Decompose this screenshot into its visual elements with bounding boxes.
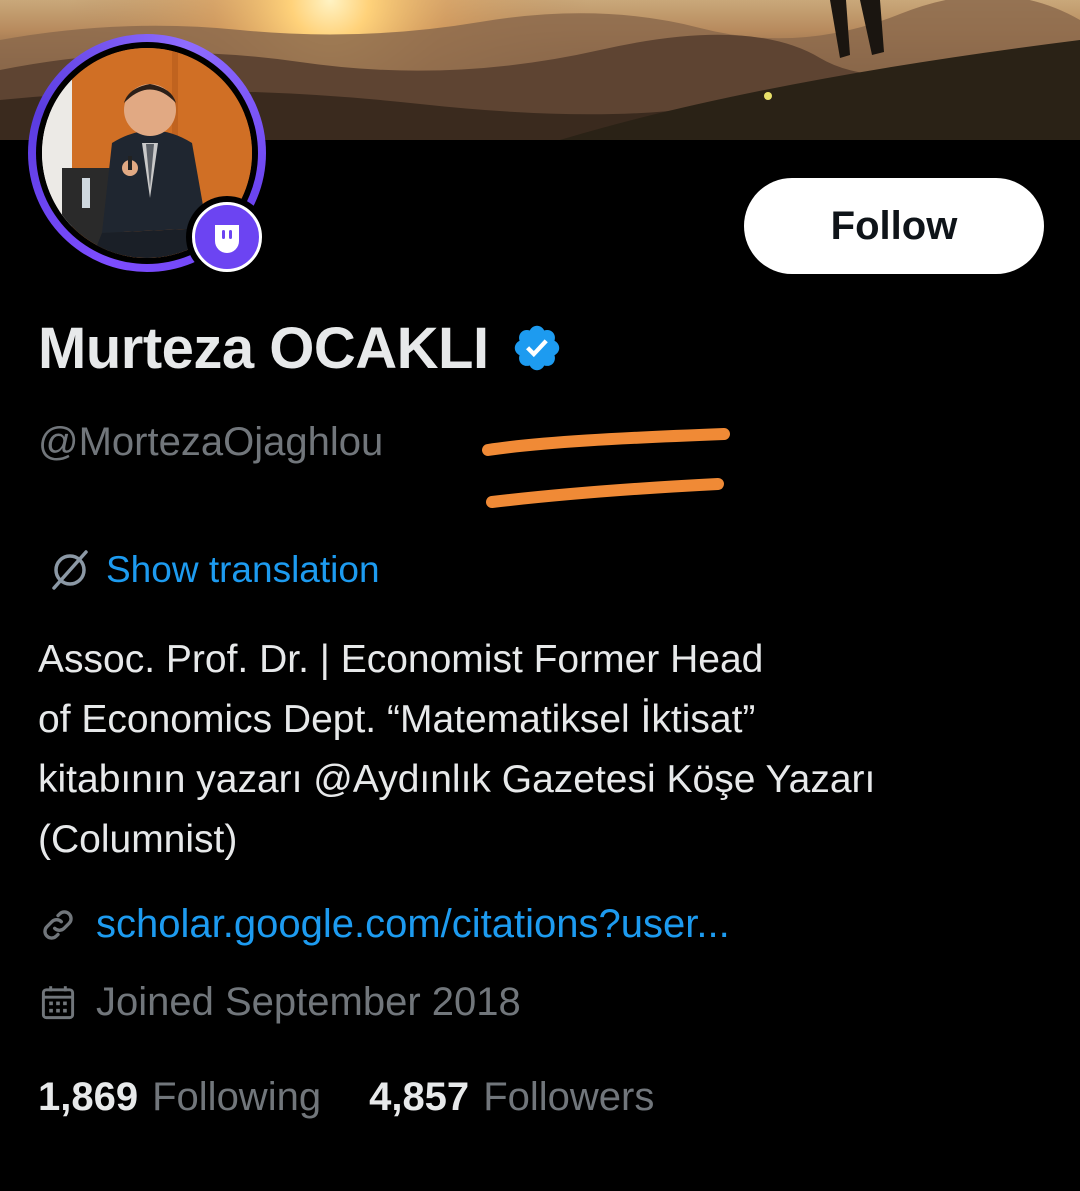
followers-link[interactable]: 4,857 Followers xyxy=(369,1075,654,1120)
followers-count: 4,857 xyxy=(369,1075,470,1119)
orange-underline-annotation xyxy=(482,428,730,508)
translate-globe-icon xyxy=(52,550,88,590)
joined-row: Joined September 2018 xyxy=(40,980,521,1025)
name-row: Murteza OCAKLI xyxy=(38,312,563,384)
calendar-icon xyxy=(41,985,75,1019)
spaces-badge[interactable] xyxy=(186,196,268,278)
website-row: scholar.google.com/citations?user... xyxy=(38,902,730,947)
following-link[interactable]: 1,869 Following xyxy=(38,1075,321,1120)
spaces-host-icon xyxy=(192,202,262,272)
profile-handle: @MortezaOjaghlou xyxy=(38,420,384,464)
joined-date: Joined September 2018 xyxy=(96,980,521,1024)
link-icon xyxy=(43,909,73,940)
verified-check-icon[interactable] xyxy=(511,322,563,374)
following-label: Following xyxy=(152,1075,322,1119)
follow-button[interactable]: Follow xyxy=(744,178,1044,274)
display-name: Murteza OCAKLI xyxy=(38,315,489,381)
following-count: 1,869 xyxy=(38,1075,139,1119)
profile-bio: Assoc. Prof. Dr. | Economist Former Head… xyxy=(38,638,876,861)
follow-stats: 1,869 Following 4,857 Followers xyxy=(38,1075,654,1120)
profile-page: Follow Murteza OCAKLI @MortezaOjaghlou S… xyxy=(0,0,1080,1191)
website-link[interactable]: scholar.google.com/citations?user... xyxy=(96,902,730,947)
show-translation-link[interactable]: Show translation xyxy=(48,548,380,592)
followers-label: Followers xyxy=(483,1075,655,1119)
show-translation-label: Show translation xyxy=(106,549,380,590)
